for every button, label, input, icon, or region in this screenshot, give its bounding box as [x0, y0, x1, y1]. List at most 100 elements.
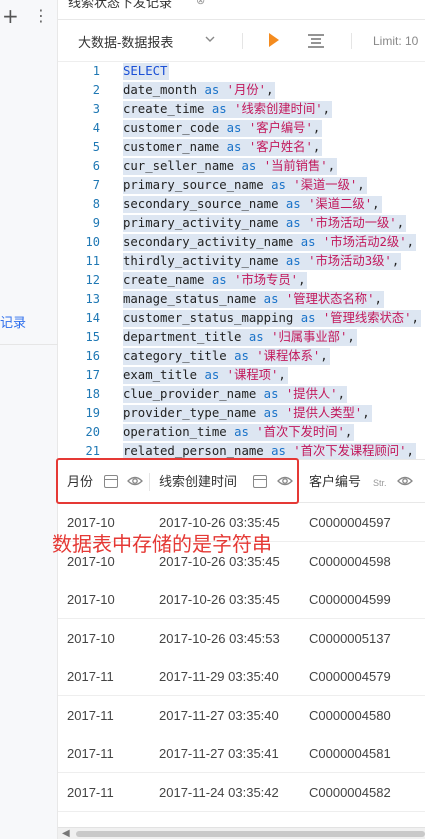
code-line[interactable]: 7 primary_source_name as '渠道一级',	[58, 176, 425, 195]
cell-customer-code: C0000004597	[309, 515, 391, 530]
alias-string: '提供人'	[285, 387, 338, 401]
line-number: 14	[85, 311, 100, 325]
code-line[interactable]: 3 create_time as '线索创建时间',	[58, 100, 425, 119]
column-identifier: department_title	[123, 330, 242, 344]
annotation-text: 数据表中存储的是字符串	[52, 534, 272, 556]
alias-string: '首次下发课程顾问'	[293, 444, 407, 458]
code-line[interactable]: 2 date_month as '月份',	[58, 81, 425, 100]
alias-string: '渠道一级'	[293, 178, 358, 192]
code-line[interactable]: 15 department_title as '归属事业部',	[58, 328, 425, 347]
run-icon[interactable]	[269, 33, 279, 47]
column-identifier: operation_time	[123, 425, 227, 439]
code-text: manage_status_name as '管理状态名称',	[123, 291, 384, 308]
format-icon[interactable]	[307, 33, 325, 49]
column-identifier: create_name	[123, 273, 205, 287]
code-line[interactable]: 18 clue_provider_name as '提供人',	[58, 385, 425, 404]
code-line[interactable]: 12 create_name as '市场专员',	[58, 271, 425, 290]
more-options-icon[interactable]: ⋮	[33, 6, 49, 25]
sidebar-item-record[interactable]: 记录	[0, 312, 26, 331]
chevron-down-icon[interactable]	[204, 33, 216, 45]
add-icon[interactable]: +	[2, 4, 19, 28]
code-line[interactable]: 5 customer_name as '客户姓名',	[58, 138, 425, 157]
table-row[interactable]: 2017-10 2017-10-26 03:45:53 C0000005137	[58, 618, 425, 658]
eye-icon[interactable]	[397, 475, 413, 487]
code-line[interactable]: 1 SELECT	[58, 62, 425, 81]
cell-create-time: 2017-11-27 03:35:41	[159, 746, 279, 761]
as-keyword: as	[234, 349, 249, 363]
cell-month: 2017-11	[67, 746, 114, 761]
line-number: 11	[85, 254, 100, 268]
table-row[interactable]: 2017-11 2017-11-29 03:35:40 C0000004579	[58, 657, 425, 696]
code-line[interactable]: 16 category_title as '课程体系',	[58, 347, 425, 366]
code-text: customer_name as '客户姓名',	[123, 139, 323, 156]
as-keyword: as	[263, 406, 279, 420]
line-number: 8	[92, 197, 100, 211]
table-row[interactable]: 2017-11 2017-11-24 03:35:42 C0000004582	[58, 772, 425, 812]
line-number: 20	[85, 425, 100, 439]
column-identifier: category_title	[123, 349, 227, 363]
alias-string: '管理线索状态'	[322, 311, 412, 325]
comma: ,	[312, 140, 321, 154]
limit-input[interactable]: Limit: 10	[373, 34, 418, 48]
as-keyword: as	[300, 311, 316, 325]
code-line[interactable]: 20 operation_time as '首次下发时间',	[58, 423, 425, 442]
line-number: 13	[85, 292, 100, 306]
comma: ,	[322, 102, 331, 116]
tab-bar: 线索状态下发记录 ⊗	[58, 0, 425, 20]
code-line[interactable]: 8 secondary_source_name as '渠道二级',	[58, 195, 425, 214]
line-number: 4	[92, 121, 100, 135]
table-row[interactable]: 2017-11 2017-11-27 03:35:41 C0000004581	[58, 734, 425, 773]
scroll-left-icon[interactable]: ◀	[62, 828, 70, 839]
line-number: 10	[85, 235, 100, 249]
code-line[interactable]: 13 manage_status_name as '管理状态名称',	[58, 290, 425, 309]
alias-string: '客户姓名'	[248, 140, 313, 154]
comma: ,	[406, 235, 415, 249]
column-identifier: manage_status_name	[123, 292, 257, 306]
editor-toolbar: 大数据-数据报表 Limit: 10	[58, 20, 425, 62]
code-line[interactable]: 9 primary_activity_name as '市场活动一级',	[58, 214, 425, 233]
alias-string: '渠道二级'	[308, 197, 373, 211]
line-number: 1	[92, 64, 100, 78]
column-identifier: thirdly_activity_name	[123, 254, 279, 268]
column-identifier: customer_name	[123, 140, 220, 154]
cell-month: 2017-11	[67, 669, 114, 684]
comma: ,	[337, 387, 345, 401]
table-row[interactable]: 2017-11 2017-11-27 03:35:40 C0000004580	[58, 695, 425, 735]
line-number: 21	[85, 444, 100, 458]
code-line[interactable]: 10 secondary_activity_name as '市场活动2级',	[58, 233, 425, 252]
as-keyword: as	[271, 178, 286, 192]
datasource-select[interactable]: 大数据-数据报表	[78, 32, 173, 51]
alias-string: '提供人类型'	[285, 406, 363, 420]
line-number: 6	[92, 159, 100, 173]
alias-string: '市场活动一级'	[308, 216, 397, 230]
comma: ,	[372, 197, 380, 211]
table-row[interactable]: 2017-10 2017-10-26 03:35:45 C0000004599	[58, 580, 425, 619]
cell-month: 2017-11	[67, 707, 114, 723]
tab-close-icon[interactable]: ⊗	[196, 0, 205, 7]
sql-keyword: SELECT	[123, 64, 168, 78]
comma: ,	[396, 216, 405, 230]
horizontal-scrollbar[interactable]: ◀	[58, 827, 425, 839]
alias-string: '当前销售'	[263, 159, 328, 173]
code-line[interactable]: 6 cur_seller_name as '当前销售',	[58, 157, 425, 176]
code-line[interactable]: 14 customer_status_mapping as '管理线索状态',	[58, 309, 425, 328]
cell-customer-code: C0000004579	[309, 669, 391, 684]
code-line[interactable]: 4 customer_code as '客户编号',	[58, 119, 425, 138]
code-line[interactable]: 17 exam_title as '课程项',	[58, 366, 425, 385]
scrollbar-thumb[interactable]	[76, 831, 425, 837]
tab-query[interactable]: 线索状态下发记录	[68, 0, 172, 11]
code-line[interactable]: 21 related_person_name as '首次下发课程顾问',	[58, 442, 425, 459]
column-header-customer-code[interactable]: 客户编号	[309, 460, 361, 504]
code-text: department_title as '归属事业部',	[123, 329, 357, 346]
code-line[interactable]: 11 thirdly_activity_name as '市场活动3级',	[58, 252, 425, 271]
line-number: 17	[85, 368, 100, 382]
as-keyword: as	[226, 121, 242, 135]
cell-customer-code: C0000004582	[309, 784, 391, 800]
as-keyword: as	[204, 83, 220, 97]
code-text: cur_seller_name as '当前销售',	[123, 158, 338, 175]
code-line[interactable]: 19 provider_type_name as '提供人类型',	[58, 404, 425, 423]
code-text: create_name as '市场专员',	[123, 272, 308, 289]
column-identifier: cur_seller_name	[123, 159, 235, 173]
sql-editor[interactable]: 1 SELECT 2 date_month as '月份', 3 create_time …	[58, 62, 425, 459]
comma: ,	[406, 444, 414, 458]
